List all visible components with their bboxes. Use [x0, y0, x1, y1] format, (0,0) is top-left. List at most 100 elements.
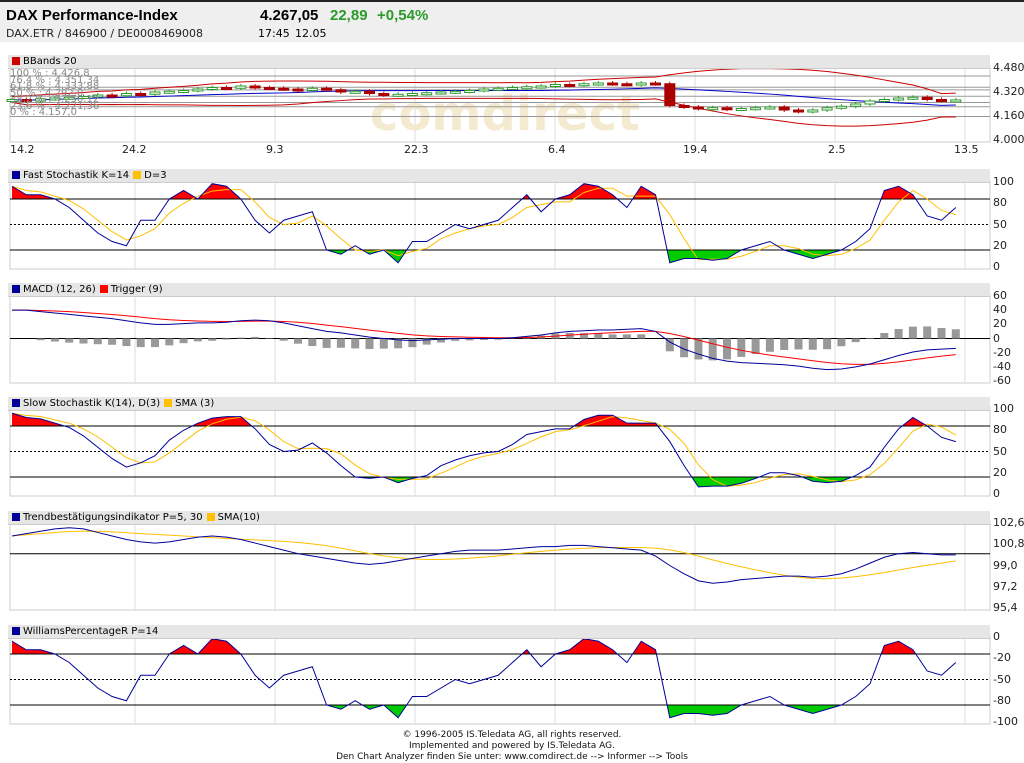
legend-swatch	[164, 399, 172, 407]
histogram-bar	[408, 339, 416, 348]
candle	[665, 84, 675, 106]
y-tick-label: 0	[993, 630, 1000, 643]
histogram-bar	[694, 339, 702, 360]
y-tick-label: -100	[993, 715, 1018, 728]
histogram-bar	[380, 339, 388, 349]
y-tick-label: 95,4	[993, 601, 1018, 614]
histogram-bar	[122, 339, 130, 347]
y-tick-label: 97,2	[993, 580, 1018, 593]
candle	[536, 86, 546, 88]
panel-header-trend: Trendbestätigungsindikator P=5, 30SMA(10…	[8, 511, 990, 525]
candle	[307, 88, 317, 90]
candle	[465, 91, 475, 93]
histogram-bar	[194, 339, 202, 342]
candle	[922, 97, 932, 99]
y-tick-label: 80	[993, 196, 1007, 209]
candle	[336, 90, 346, 92]
candle	[951, 100, 961, 102]
x-axis-date-label: 2.5	[828, 143, 846, 156]
panel-header-fast-stochastic: Fast Stochastik K=14D=3	[8, 169, 990, 183]
histogram-bar	[165, 339, 173, 346]
candle	[508, 88, 518, 90]
x-axis-date-label: 19.4	[683, 143, 708, 156]
legend-label: BBands 20	[23, 56, 77, 67]
panel-header-williams: WilliamsPercentageR P=14	[8, 625, 990, 639]
y-tick-label: 99,0	[993, 559, 1018, 572]
fibonacci-label: 0 % : 4.157,0	[10, 108, 77, 117]
candle	[622, 84, 632, 86]
histogram-bar	[909, 327, 917, 339]
histogram-bar	[752, 339, 760, 355]
histogram-bar	[137, 339, 145, 348]
legend-swatch	[12, 285, 20, 293]
y-tick-label: 4.480	[993, 61, 1024, 74]
histogram-bar	[323, 339, 331, 348]
candle	[636, 83, 646, 85]
histogram-bar	[780, 339, 788, 350]
panel-header-slow-stochastic: Slow Stochastik K(14), D(3)SMA (3)	[8, 397, 990, 411]
histogram-bar	[237, 338, 245, 339]
histogram-bar	[337, 339, 345, 348]
histogram-bar	[637, 334, 645, 338]
x-axis-date-label: 13.5	[954, 143, 979, 156]
candle	[179, 91, 189, 93]
histogram-bar	[180, 339, 188, 344]
y-tick-label: 40	[993, 303, 1007, 316]
candle	[736, 109, 746, 111]
candle	[708, 108, 718, 110]
footer: © 1996-2005 IS.Teledata AG, all rights r…	[0, 730, 1024, 763]
candle	[822, 108, 832, 110]
histogram-bar	[594, 333, 602, 338]
legend-swatch	[12, 627, 20, 635]
histogram-bar	[809, 339, 817, 350]
histogram-bar	[952, 329, 960, 338]
histogram-bar	[823, 339, 831, 350]
histogram-bar	[609, 334, 617, 338]
histogram-bar	[251, 337, 259, 339]
histogram-bar	[880, 333, 888, 338]
candle	[121, 94, 131, 96]
candle	[365, 91, 375, 93]
histogram-bar	[223, 339, 231, 340]
chart-analyzer-link[interactable]: Den Chart Analyzer finden Sie unter: www…	[0, 752, 1024, 763]
legend-label: SMA (3)	[175, 398, 214, 409]
candle	[207, 88, 217, 90]
histogram-bar	[108, 339, 116, 345]
histogram-bar	[795, 339, 803, 350]
histogram-bar	[37, 339, 45, 341]
x-axis-date-label: 14.2	[10, 143, 35, 156]
legend-label: Trendbestätigungsindikator P=5, 30	[23, 512, 203, 523]
y-tick-label: 100	[993, 175, 1014, 188]
candle	[836, 106, 846, 108]
candle	[794, 110, 804, 112]
histogram-bar	[895, 329, 903, 338]
y-tick-label: -20	[993, 651, 1011, 664]
copyright: © 1996-2005 IS.Teledata AG, all rights r…	[0, 730, 1024, 741]
candle	[808, 110, 818, 112]
candle	[450, 91, 460, 93]
candle	[693, 107, 703, 109]
histogram-bar	[294, 339, 302, 344]
candle	[264, 88, 274, 90]
candle	[879, 100, 889, 102]
y-tick-label: 0	[993, 332, 1000, 345]
x-axis-date-label: 22.3	[404, 143, 429, 156]
panel-header-macd: MACD (12, 26)Trigger (9)	[8, 283, 990, 297]
histogram-bar	[94, 339, 102, 345]
candle	[107, 95, 117, 97]
histogram-bar	[308, 339, 316, 347]
candle	[250, 86, 260, 88]
indicator-charts: comdirect	[0, 0, 1024, 762]
histogram-bar	[837, 339, 845, 347]
candle	[779, 107, 789, 110]
x-axis-date-label: 6.4	[548, 143, 566, 156]
legend-swatch	[12, 513, 20, 521]
candle	[350, 91, 360, 93]
candle	[293, 89, 303, 91]
candle	[565, 85, 575, 87]
candle	[751, 108, 761, 110]
candle	[393, 94, 403, 96]
candle	[436, 92, 446, 94]
x-axis-date-label: 24.2	[122, 143, 147, 156]
y-tick-label: 50	[993, 218, 1007, 231]
